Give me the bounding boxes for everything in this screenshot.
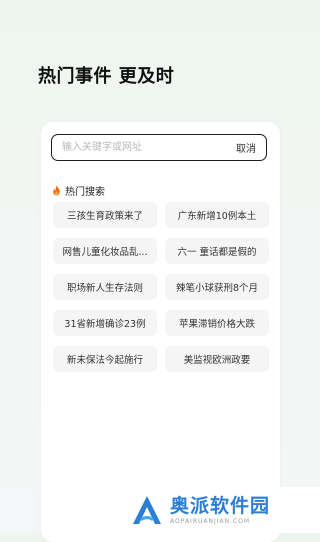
watermark-title: 奥派软件园 <box>170 495 271 517</box>
hot-search-list: 三孩生育政策来了 广东新增10例本土 网售儿童化妆品乱... 六一 童话都是假的… <box>53 202 269 372</box>
hot-search-item[interactable]: 职场新人生存法则 <box>53 274 157 300</box>
cancel-button[interactable]: 取消 <box>230 140 266 155</box>
search-input[interactable] <box>52 135 230 160</box>
hot-search-item[interactable]: 六一 童话都是假的 <box>165 238 269 264</box>
watermark-subtitle: AOPAIRUANJIAN.COM <box>170 518 251 525</box>
hot-search-header: 热门搜索 <box>52 183 105 198</box>
hot-search-item[interactable]: 美监视欧洲政要 <box>165 346 269 372</box>
hot-search-item[interactable]: 网售儿童化妆品乱... <box>53 238 157 264</box>
hot-search-item[interactable]: 苹果滞销价格大跌 <box>165 310 269 336</box>
site-watermark: 奥派软件园 AOPAIRUANJIAN.COM <box>122 487 320 533</box>
hot-search-item[interactable]: 新未保法今起施行 <box>53 346 157 372</box>
watermark-logo-icon <box>133 496 161 524</box>
fire-icon <box>53 185 60 196</box>
hot-search-item[interactable]: 三孩生育政策来了 <box>53 202 157 228</box>
hot-search-label: 热门搜索 <box>65 187 105 198</box>
hot-search-item[interactable]: 广东新增10例本土 <box>165 202 269 228</box>
hot-search-item[interactable]: 辣笔小球获刑8个月 <box>165 274 269 300</box>
search-card: 取消 热门搜索 三孩生育政策来了 广东新增10例本土 网售儿童化妆品乱... 六… <box>41 122 280 542</box>
search-box[interactable]: 取消 <box>51 134 267 161</box>
page-title: 热门事件 更及时 <box>38 66 175 87</box>
hot-search-item[interactable]: 31省新增确诊23例 <box>53 310 157 336</box>
